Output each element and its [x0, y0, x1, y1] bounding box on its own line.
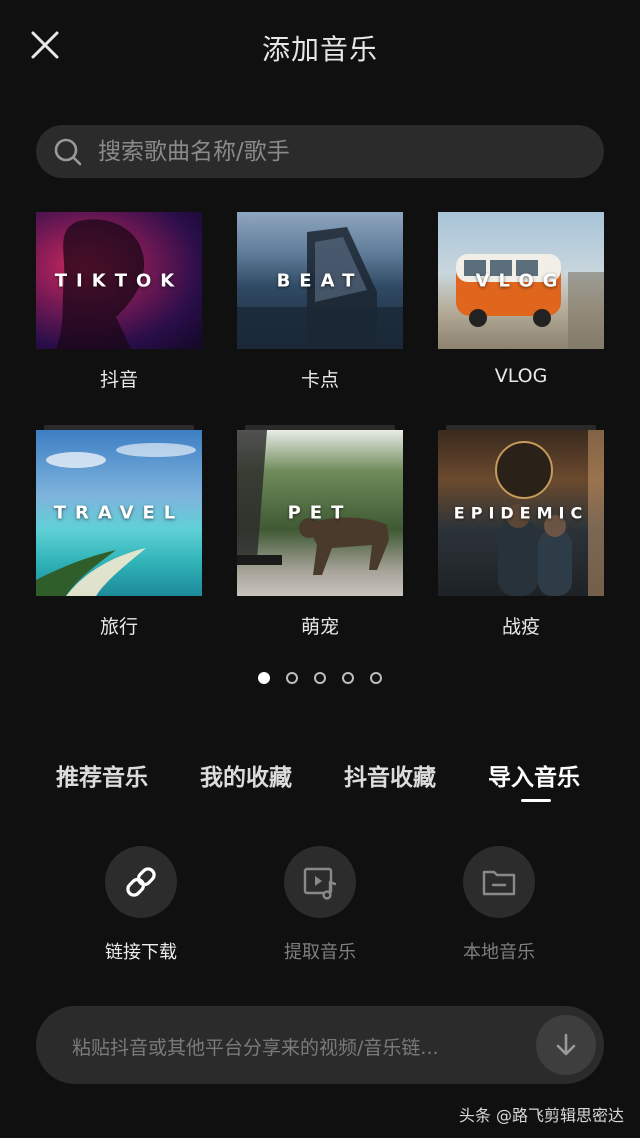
playlist-caption: VLOG	[494, 365, 548, 387]
page-dot-3[interactable]	[314, 672, 326, 684]
playlist-caption: 萌宠	[300, 616, 339, 638]
playlist-cover-text: VLOG	[475, 270, 567, 291]
link-icon	[126, 867, 156, 897]
link-download-button[interactable]: 链接下载	[71, 846, 211, 964]
video-music-icon	[303, 867, 337, 900]
playlist-cover-text: EPIDEMIC	[453, 503, 589, 523]
playlist-card-beat[interactable]: BEAT 卡点	[237, 212, 403, 392]
download-icon	[556, 1033, 576, 1056]
paste-link-placeholder: 粘贴抖音或其他平台分享来的视频/音乐链...	[72, 1037, 439, 1059]
page-title: 添加音乐	[261, 33, 378, 66]
playlist-card-vlog[interactable]: VLOG VLOG	[438, 212, 604, 387]
extract-music-button[interactable]: 提取音乐	[250, 846, 390, 964]
playlist-cover: BEAT	[237, 212, 403, 349]
download-button[interactable]	[536, 1015, 596, 1075]
tab-recommended[interactable]: 推荐音乐	[56, 758, 148, 792]
playlist-cover: PET	[237, 430, 403, 596]
page-dot-1[interactable]	[258, 672, 270, 684]
action-circle	[284, 846, 356, 918]
playlist-caption: 旅行	[99, 616, 138, 638]
playlist-caption: 抖音	[99, 369, 138, 391]
playlist-cover: TRAVEL	[36, 430, 202, 596]
search-input[interactable]	[98, 125, 588, 178]
action-circle	[105, 846, 177, 918]
tab-douyin-favorites[interactable]: 抖音收藏	[344, 758, 436, 792]
music-tabs: 推荐音乐 我的收藏 抖音收藏 导入音乐	[0, 758, 640, 808]
paste-link-field[interactable]: 粘贴抖音或其他平台分享来的视频/音乐链...	[36, 1006, 604, 1084]
tab-import-music[interactable]: 导入音乐	[488, 758, 580, 792]
header: 添加音乐	[0, 0, 640, 92]
playlist-card-pet[interactable]: PET 萌宠	[237, 425, 403, 639]
tab-favorites[interactable]: 我的收藏	[200, 758, 292, 792]
playlist-cover-text: TIKTOK	[54, 270, 184, 291]
playlist-cover-text: BEAT	[276, 270, 364, 291]
playlist-cover: TIKTOK	[36, 212, 202, 349]
playlist-caption: 战疫	[501, 616, 540, 638]
search-bar[interactable]	[36, 125, 604, 178]
playlist-cover: EPIDEMIC	[438, 430, 604, 596]
active-tab-indicator	[521, 799, 551, 802]
action-label: 链接下载	[105, 942, 177, 963]
playlist-card-tiktok[interactable]: TIKTOK 抖音	[36, 212, 202, 392]
playlist-card-epidemic[interactable]: EPIDEMIC 战疫	[438, 425, 604, 639]
playlist-caption: 卡点	[300, 369, 339, 391]
page-dot-4[interactable]	[342, 672, 354, 684]
playlist-card-travel[interactable]: TRAVEL 旅行	[36, 425, 202, 639]
action-label: 本地音乐	[463, 942, 535, 963]
playlist-cover-text: PET	[287, 502, 353, 524]
folder-icon	[482, 870, 516, 896]
local-music-button[interactable]: 本地音乐	[429, 846, 569, 964]
page-dot-2[interactable]	[286, 672, 298, 684]
playlist-cover: VLOG	[438, 212, 604, 349]
playlist-cover-text: TRAVEL	[53, 502, 185, 524]
watermark: 头条 @路飞剪辑思密达	[458, 1106, 624, 1125]
pagination-dots	[0, 672, 640, 684]
page-dot-5[interactable]	[370, 672, 382, 684]
action-circle	[463, 846, 535, 918]
action-label: 提取音乐	[284, 942, 356, 963]
search-icon	[54, 138, 82, 166]
